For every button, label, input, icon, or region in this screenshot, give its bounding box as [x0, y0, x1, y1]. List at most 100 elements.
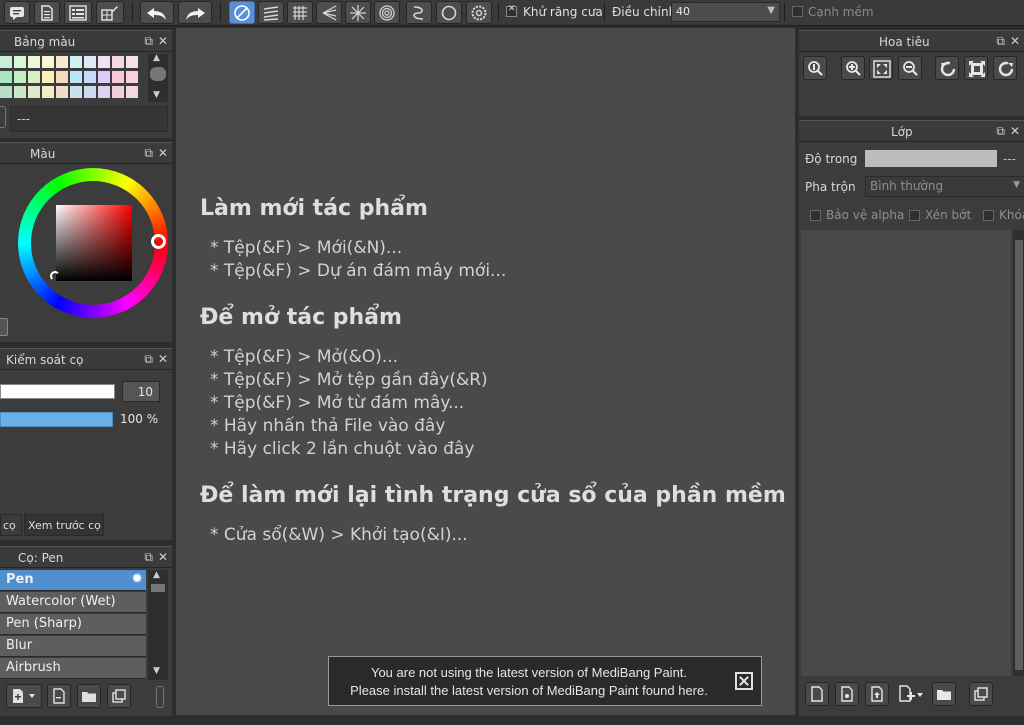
palette-add-button[interactable] — [0, 106, 6, 128]
palette-swatch[interactable] — [0, 86, 12, 98]
undock-icon[interactable]: ⧉ — [996, 34, 1005, 48]
scroll-up-icon[interactable]: ▲ — [153, 570, 160, 580]
palette-name-field[interactable]: --- — [10, 106, 168, 132]
brush-size-field[interactable]: 10 — [122, 381, 160, 402]
palette-swatch[interactable] — [112, 71, 124, 83]
redo-button[interactable] — [178, 1, 212, 24]
tab-brush[interactable]: cọ — [0, 514, 22, 536]
clipping-checkbox[interactable] — [909, 210, 920, 221]
layer-folder-button[interactable] — [932, 682, 956, 706]
palette-swatch[interactable] — [0, 71, 12, 83]
scroll-down-icon[interactable]: ▼ — [153, 90, 160, 100]
palette-swatch[interactable] — [0, 56, 12, 68]
palette-swatch[interactable] — [28, 56, 40, 68]
palette-swatch[interactable] — [56, 86, 68, 98]
toolbar-chat-button[interactable] — [4, 1, 30, 24]
toolbar-document-button[interactable] — [34, 1, 60, 24]
palette-swatch[interactable] — [14, 71, 26, 83]
curve-snap-button[interactable] — [406, 1, 432, 24]
snap-off-button[interactable] — [229, 1, 255, 24]
radial-snap-button[interactable] — [345, 1, 371, 24]
color-mode-button[interactable] — [0, 318, 8, 336]
brush-scroll-thumb[interactable] — [151, 584, 165, 592]
layer-list-scrollbar[interactable] — [1013, 230, 1024, 676]
rotate-left-button[interactable] — [935, 56, 959, 80]
duplicate-layer-button[interactable] — [969, 682, 993, 706]
brush-folder-button[interactable] — [77, 684, 101, 708]
tab-brush-preview[interactable]: Xem trước cọ — [24, 514, 104, 536]
perspective-snap-button[interactable] — [316, 1, 342, 24]
palette-swatch[interactable] — [70, 86, 82, 98]
add-layer-button[interactable] — [805, 682, 829, 706]
palette-swatch[interactable] — [14, 56, 26, 68]
brush-duplicate-button[interactable] — [107, 684, 131, 708]
palette-swatch[interactable] — [56, 71, 68, 83]
brush-panel-handle[interactable] — [156, 686, 164, 708]
close-icon[interactable]: ✕ — [158, 146, 168, 160]
sv-selector-handle[interactable] — [50, 271, 60, 281]
grid-snap-button[interactable] — [287, 1, 313, 24]
add-brush-button[interactable] — [6, 684, 42, 708]
close-icon[interactable]: ✕ — [1010, 34, 1020, 48]
palette-swatch[interactable] — [14, 86, 26, 98]
palette-swatch[interactable] — [56, 56, 68, 68]
layer-list[interactable] — [801, 230, 1011, 676]
snap-settings-button[interactable] — [466, 1, 492, 24]
add-special-layer-button[interactable] — [897, 684, 927, 706]
rotate-right-button[interactable] — [993, 56, 1017, 80]
close-icon[interactable] — [735, 672, 753, 690]
brush-file-button[interactable] — [47, 684, 71, 708]
palette-scroll-thumb[interactable] — [150, 67, 166, 81]
brush-item-blur[interactable]: Blur — [0, 636, 146, 657]
palette-swatch[interactable] — [84, 86, 96, 98]
undock-icon[interactable]: ⧉ — [144, 146, 153, 160]
palette-swatch[interactable] — [98, 56, 110, 68]
palette-scrollbar[interactable]: ▲ ▼ — [148, 53, 168, 102]
update-notice[interactable]: You are not using the latest version of … — [328, 656, 762, 706]
parallel-snap-button[interactable] — [258, 1, 284, 24]
layer-opacity-slider[interactable] — [865, 150, 997, 167]
palette-swatch[interactable] — [70, 71, 82, 83]
concentric-snap-button[interactable] — [374, 1, 400, 24]
palette-swatch[interactable] — [84, 71, 96, 83]
ellipse-snap-button[interactable] — [436, 1, 462, 24]
upload-layer-button[interactable] — [865, 682, 889, 706]
scroll-up-icon[interactable]: ▲ — [153, 53, 160, 63]
palette-swatch[interactable] — [112, 86, 124, 98]
scroll-down-icon[interactable]: ▼ — [153, 666, 160, 676]
canvas-area[interactable]: Làm mới tác phẩm * Tệp(&F) > Mới(&N)... … — [176, 28, 795, 715]
brush-item-pen[interactable]: Pen ✹ — [0, 570, 146, 591]
palette-swatch[interactable] — [42, 56, 54, 68]
soft-edge-checkbox[interactable] — [792, 6, 803, 17]
zoom-actual-button[interactable] — [803, 56, 827, 80]
palette-swatch[interactable] — [70, 56, 82, 68]
close-icon[interactable]: ✕ — [1010, 124, 1020, 138]
undock-icon[interactable]: ⧉ — [144, 352, 153, 366]
layer-scroll-thumb[interactable] — [1015, 240, 1023, 670]
undock-icon[interactable]: ⧉ — [996, 124, 1005, 138]
close-icon[interactable]: ✕ — [158, 34, 168, 48]
brush-opacity-slider[interactable] — [0, 412, 113, 427]
palette-swatch[interactable] — [28, 71, 40, 83]
toolbar-edit-grid-button[interactable] — [96, 1, 124, 24]
palette-swatch[interactable] — [126, 71, 138, 83]
brush-item-airbrush[interactable]: Airbrush — [0, 658, 146, 679]
palette-swatch[interactable] — [42, 86, 54, 98]
palette-swatch[interactable] — [98, 86, 110, 98]
antialias-checkbox[interactable] — [506, 4, 517, 17]
brush-item-pen-sharp[interactable]: Pen (Sharp) — [0, 614, 146, 635]
brush-settings-gear-icon[interactable]: ✹ — [131, 571, 143, 587]
brush-item-watercolor-wet[interactable]: Watercolor (Wet) — [0, 592, 146, 613]
zoom-in-button[interactable] — [841, 56, 865, 80]
close-icon[interactable]: ✕ — [158, 352, 168, 366]
palette-swatch[interactable] — [126, 86, 138, 98]
blend-mode-select[interactable]: Bình thường ▼ — [865, 176, 1024, 197]
add-layer-alt-button[interactable] — [835, 682, 859, 706]
undock-icon[interactable]: ⧉ — [144, 550, 153, 564]
adjust-select[interactable]: 40 ▼ — [671, 2, 780, 22]
brush-size-slider[interactable] — [0, 384, 115, 399]
toolbar-list-button[interactable] — [64, 1, 92, 24]
fit-to-window-button[interactable] — [869, 56, 893, 80]
brush-list-scrollbar[interactable]: ▲ ▼ — [148, 570, 168, 680]
palette-swatch[interactable] — [28, 86, 40, 98]
